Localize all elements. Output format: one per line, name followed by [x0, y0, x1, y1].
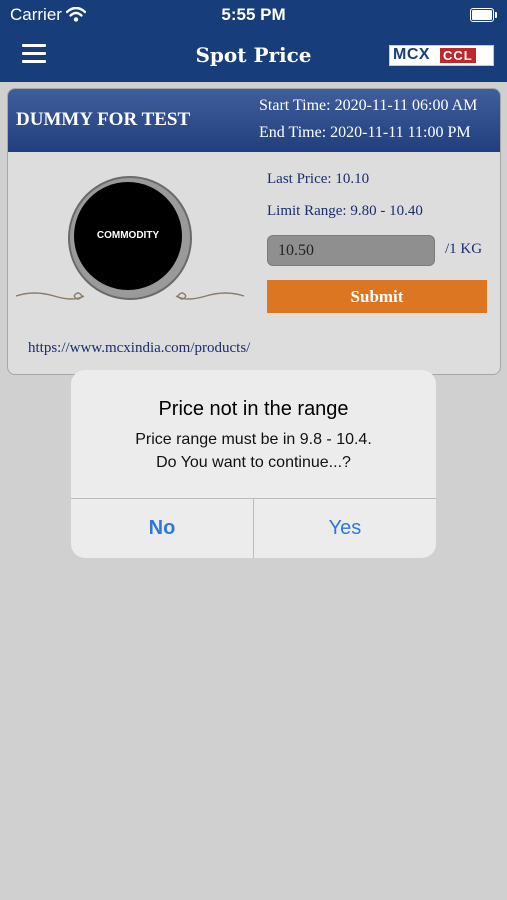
yes-button[interactable]: Yes	[254, 499, 436, 558]
no-button[interactable]: No	[71, 499, 253, 558]
commodity-image: COMMODITY	[68, 176, 192, 300]
logo-text-mcx: MCX	[393, 46, 431, 63]
limit-range: Limit Range: 9.80 - 10.40	[267, 203, 423, 219]
price-input[interactable]	[267, 235, 435, 266]
app-header: Carrier 5:55 PM Spot Price MCX CCL	[0, 0, 507, 82]
start-time: Start Time: 2020-11-11 06:00 AM	[259, 97, 478, 114]
end-time: End Time: 2020-11-11 11:00 PM	[259, 124, 471, 141]
logo-text-ccl: CCL	[440, 48, 476, 63]
card-header: DUMMY FOR TEST Start Time: 2020-11-11 06…	[8, 89, 500, 152]
alert-message-line: Price range must be in 9.8 - 10.4.	[135, 431, 372, 448]
alert-message-line: Do You want to continue...?	[156, 454, 351, 471]
status-bar: Carrier 5:55 PM	[0, 0, 507, 30]
ornament-icon	[15, 292, 245, 300]
alert-message: Price range must be in 9.8 - 10.4. Do Yo…	[71, 428, 436, 474]
battery-icon	[470, 8, 497, 22]
alert-title: Price not in the range	[158, 398, 349, 420]
spot-price-card: DUMMY FOR TEST Start Time: 2020-11-11 06…	[7, 88, 501, 375]
commodity-badge: COMMODITY	[74, 182, 182, 290]
mcxccl-logo: MCX CCL	[389, 45, 494, 66]
submit-button[interactable]: Submit	[267, 280, 487, 313]
commodity-name: DUMMY FOR TEST	[16, 109, 191, 130]
unit-label: /1 KG	[445, 241, 483, 257]
price-alert-dialog: Price not in the range Price range must …	[71, 370, 436, 558]
products-link[interactable]: https://www.mcxindia.com/products/	[28, 340, 250, 357]
last-price: Last Price: 10.10	[267, 171, 370, 187]
clock: 5:55 PM	[221, 5, 286, 24]
